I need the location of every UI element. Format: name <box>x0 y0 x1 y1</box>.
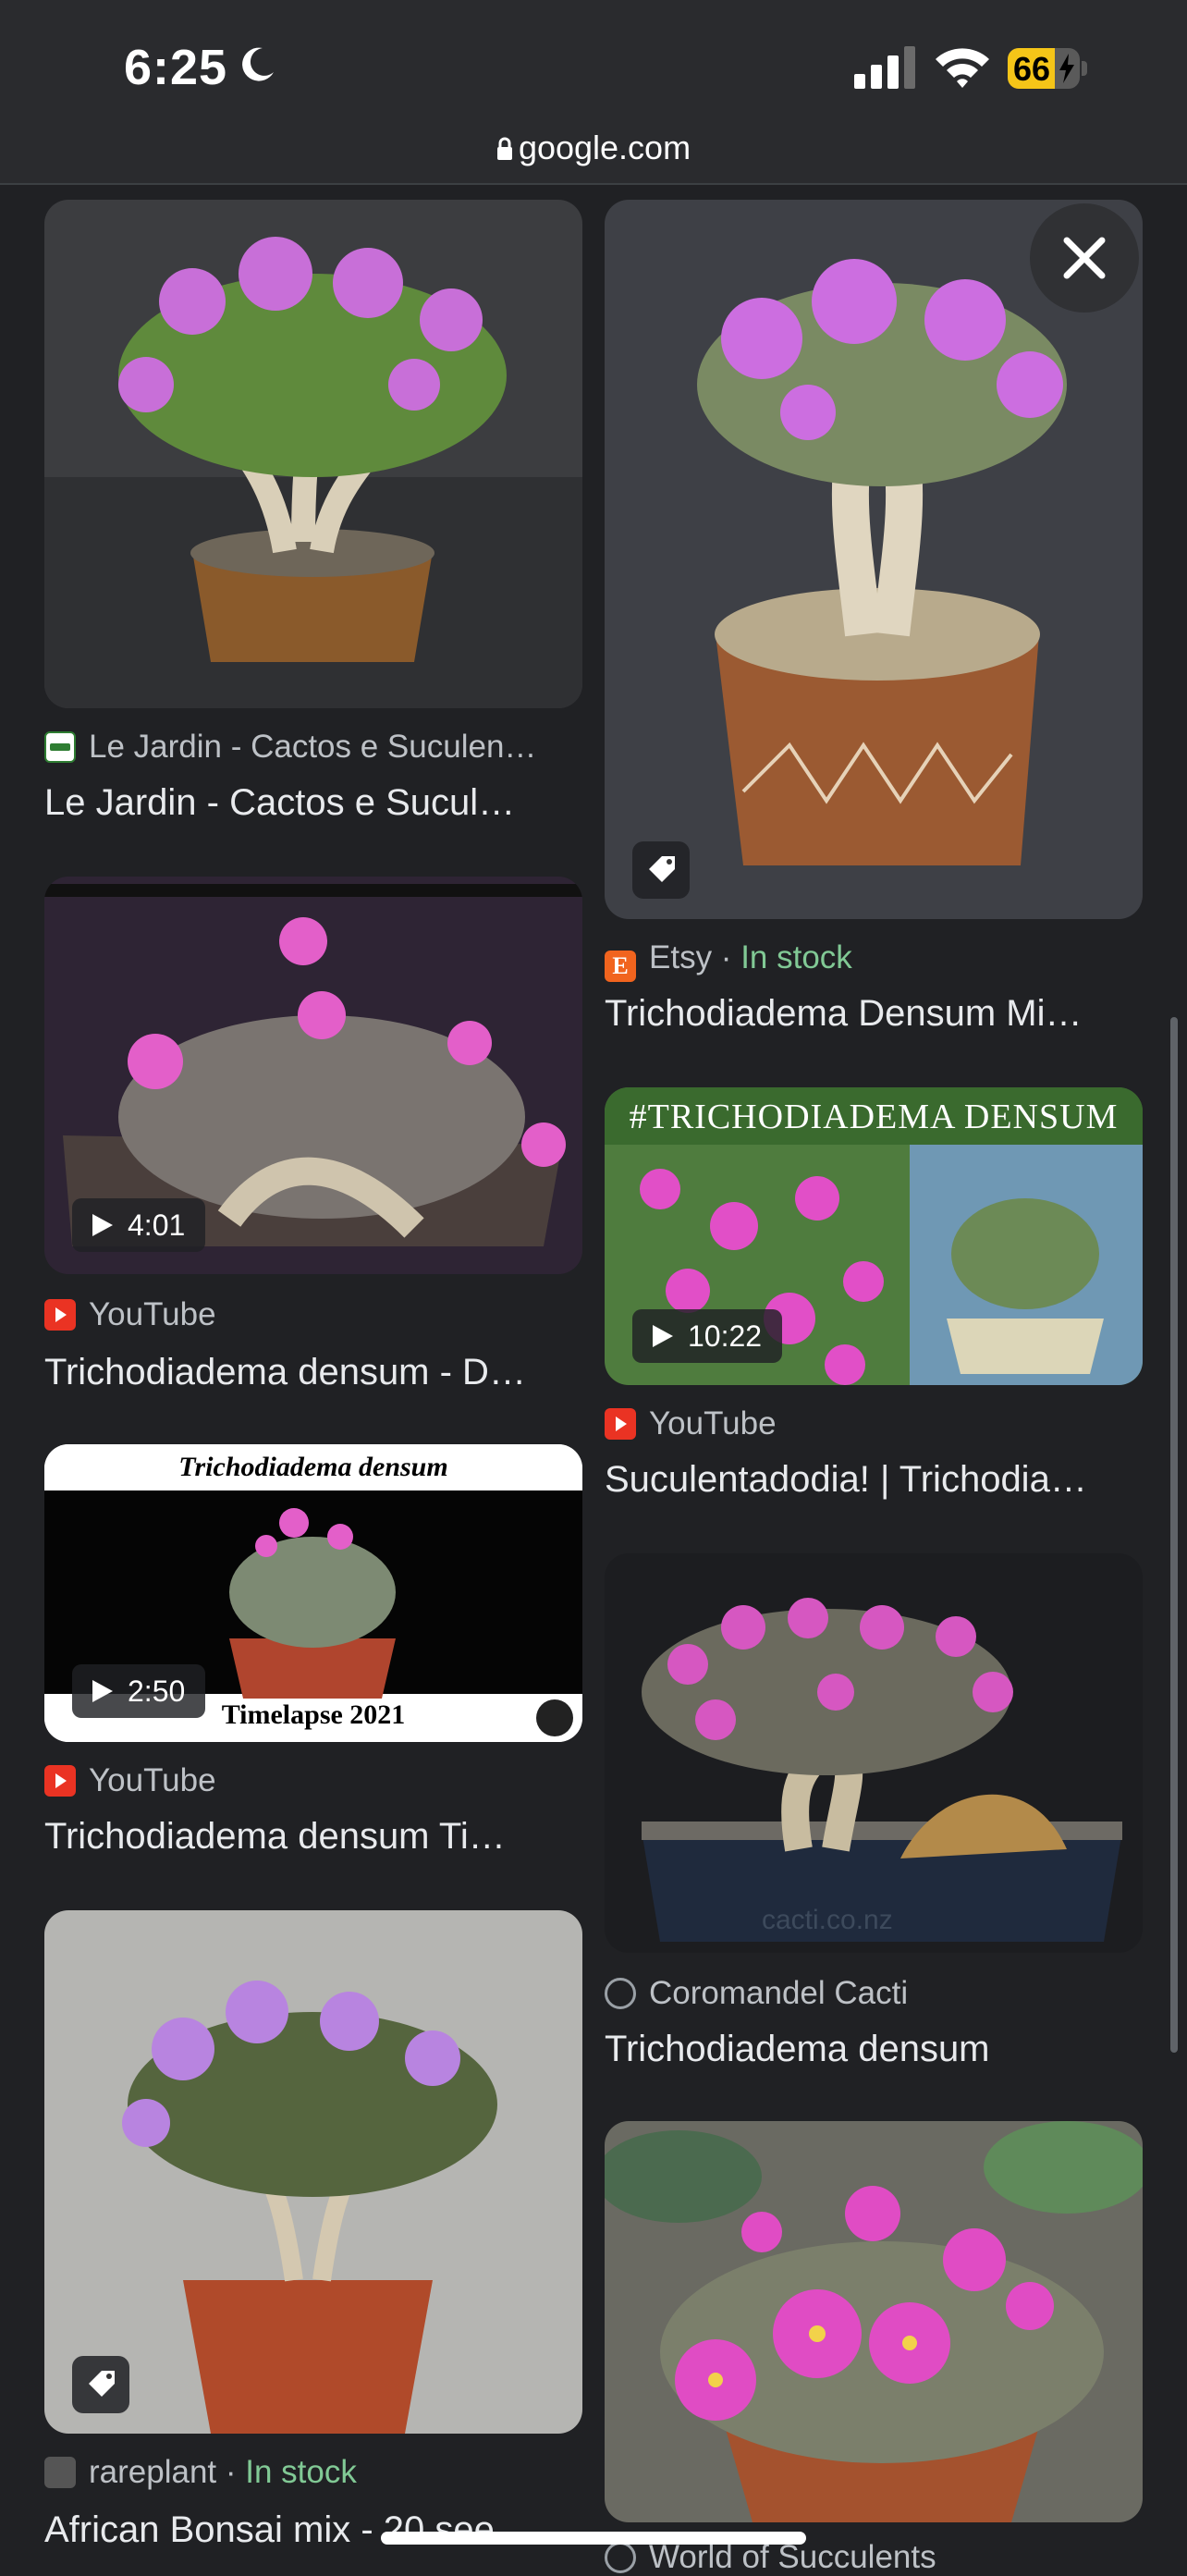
result-title[interactable]: African Bonsai mix - 20 see… <box>44 2509 532 2551</box>
thumbnail-caption-top: #TRICHODIADEMA DENSUM <box>629 1098 1119 1136</box>
url-display[interactable]: google.com <box>0 129 1187 166</box>
result-video-thumbnail[interactable]: #TRICHODIADEMA DENSUM 10:22 <box>605 1087 1143 1385</box>
result-video-thumbnail[interactable]: Trichodiadema densum Timelapse 2021 2:50 <box>44 1444 582 1742</box>
play-icon <box>653 1325 673 1347</box>
result-source[interactable]: YouTube <box>44 1296 216 1333</box>
play-icon <box>92 1214 113 1236</box>
video-duration-badge: 2:50 <box>72 1664 206 1718</box>
stock-status: In stock <box>245 2454 357 2490</box>
status-time: 6:25 <box>124 40 228 95</box>
address-bar[interactable]: google.com <box>0 129 1187 185</box>
lock-icon <box>496 137 512 160</box>
battery-percentage: 66 <box>1013 50 1051 88</box>
scrollbar[interactable] <box>1170 1017 1178 2053</box>
result-source[interactable]: YouTube <box>44 1762 216 1799</box>
wifi-icon <box>936 48 989 88</box>
signal-icon <box>854 46 915 89</box>
result-image[interactable] <box>44 200 582 708</box>
youtube-icon <box>44 1765 76 1797</box>
result-title[interactable]: Trichodiadema densum Ti… <box>44 1816 506 1858</box>
url-text: google.com <box>518 129 691 166</box>
result-source[interactable]: YouTube <box>605 1405 777 1442</box>
rareplant-icon <box>44 2457 76 2488</box>
video-duration-badge: 4:01 <box>72 1198 206 1252</box>
result-image[interactable] <box>605 2121 1143 2522</box>
result-title[interactable]: Le Jardin - Cactos e Sucul… <box>44 782 515 824</box>
stock-status: In stock <box>740 939 852 975</box>
result-title[interactable]: Trichodiadema densum <box>605 2029 990 2070</box>
play-icon <box>92 1680 113 1702</box>
etsy-icon: E <box>605 951 636 982</box>
result-image[interactable]: cacti.co.nz <box>605 1553 1143 1953</box>
thumbnail-caption-top: Trichodiadema densum <box>178 1452 448 1482</box>
youtube-icon <box>605 1408 636 1440</box>
youtube-icon <box>44 1299 76 1331</box>
video-duration-badge: 10:22 <box>632 1309 783 1363</box>
result-source[interactable]: E Etsy · In stock <box>605 939 852 982</box>
status-bar: 6:25 66 <box>0 0 1187 129</box>
le-jardin-icon <box>44 731 76 763</box>
image-watermark: cacti.co.nz <box>762 1905 893 1935</box>
result-title[interactable]: Trichodiadema Densum Mi… <box>605 993 1082 1035</box>
result-source[interactable]: Coromandel Cacti <box>605 1975 908 2012</box>
tag-icon <box>632 841 690 899</box>
result-title[interactable]: Trichodiadema densum - D… <box>44 1352 526 1393</box>
result-source[interactable]: rareplant · In stock <box>44 2454 357 2491</box>
result-title[interactable]: Suculentadodia! | Trichodia… <box>605 1459 1087 1501</box>
globe-icon <box>605 1978 636 2009</box>
close-button[interactable] <box>1030 203 1139 313</box>
battery-icon: 66 <box>1008 48 1089 89</box>
tag-icon <box>72 2356 129 2413</box>
close-icon <box>1063 237 1106 279</box>
result-source[interactable]: Le Jardin - Cactos e Suculen… <box>44 729 536 766</box>
result-source[interactable]: World of Succulents <box>605 2539 936 2576</box>
result-video-thumbnail[interactable]: 4:01 <box>44 877 582 1274</box>
result-image[interactable] <box>44 1910 582 2434</box>
moon-icon <box>242 47 274 81</box>
home-indicator[interactable] <box>381 2532 806 2545</box>
